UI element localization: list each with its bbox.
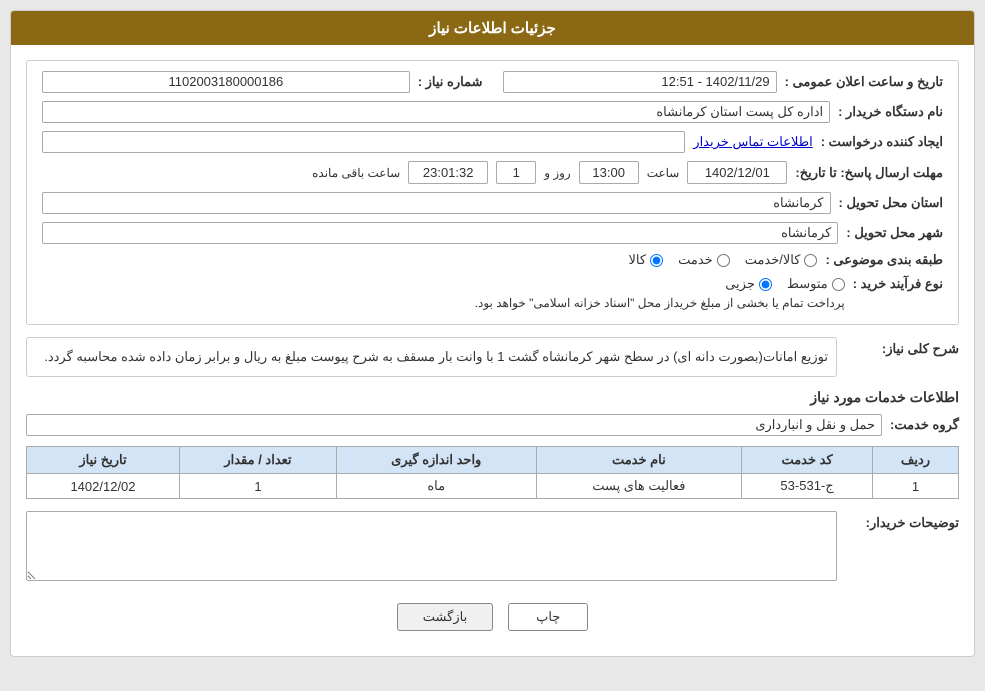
col-radif: ردیف [873, 447, 959, 474]
col-kod: کد خدمت [742, 447, 873, 474]
shomare-niaz-value: 1102003180000186 [42, 71, 410, 93]
goroh-label: گروه خدمت: [890, 417, 959, 433]
nam-dastgah-value: اداره کل پست استان کرمانشاه [42, 101, 830, 123]
ostan-value: کرمانشاه [42, 192, 831, 214]
baghimande-value: 23:01:32 [408, 161, 488, 184]
khadamat-label: خدمت [678, 252, 713, 268]
shomare-niaz-label: شماره نیاز : [418, 74, 483, 90]
col-tedad: تعداد / مقدار [179, 447, 336, 474]
navoe-label: نوع فرآیند خرید : [853, 276, 943, 292]
goroh-value: حمل و نقل و انبارداری [26, 414, 882, 436]
mohlat-date: 1402/12/01 [687, 161, 787, 184]
tarikh-label: تاریخ و ساعت اعلان عمومی : [785, 74, 943, 90]
col-nam: نام خدمت [536, 447, 742, 474]
shahr-value: کرمانشاه [42, 222, 838, 244]
sharh-value: توزیع امانات(بصورت دانه ای) در سطح شهر ک… [26, 337, 837, 377]
navoe-desc: پرداخت تمام یا بخشی از مبلغ خریداز محل "… [475, 296, 845, 310]
motavaset-label: متوسط [787, 276, 828, 292]
table-row: 1ج-531-53فعالیت های پستماه11402/12/02 [27, 474, 959, 499]
services-table: ردیف کد خدمت نام خدمت واحد اندازه گیری ت… [26, 446, 959, 499]
tarikh-value: 1402/11/29 - 12:51 [503, 71, 777, 93]
ostan-label: استان محل تحویل : [839, 195, 944, 211]
saat-label: ساعت [647, 166, 680, 180]
radio-khadamat[interactable]: خدمت [678, 252, 730, 268]
rooz-label: روز و [544, 166, 571, 180]
radio-kala-khadamat[interactable]: کالا/خدمت [745, 252, 818, 268]
ittela-tamas-link[interactable]: اطلاعات تماس خریدار [693, 134, 812, 150]
toseef-label: توضیحات خریدار: [849, 511, 959, 531]
col-vahed: واحد اندازه گیری [336, 447, 536, 474]
kala-khadamat-label: کالا/خدمت [745, 252, 801, 268]
kala-label: کالا [629, 252, 647, 268]
tabaqe-label: طبقه بندی موضوعی : [825, 252, 943, 268]
mohlat-rooz: 1 [496, 161, 536, 184]
nam-dastgah-label: نام دستگاه خریدار : [838, 104, 943, 120]
radio-kala[interactable]: کالا [629, 252, 664, 268]
ijad-value [42, 131, 685, 153]
ijad-label: ایجاد کننده درخواست : [821, 134, 943, 150]
print-button[interactable]: چاپ [508, 603, 588, 631]
mohlat-label: مهلت ارسال پاسخ: تا تاریخ: [795, 165, 943, 181]
radio-motavaset[interactable]: متوسط [787, 276, 845, 292]
sharh-label: شرح کلی نیاز: [849, 337, 959, 357]
toseef-textarea[interactable] [26, 511, 837, 581]
baghimande-label: ساعت باقی مانده [312, 166, 400, 180]
mohlat-saat: 13:00 [579, 161, 639, 184]
khadamat-section-header: اطلاعات خدمات مورد نیاز [26, 389, 959, 406]
radio-jozi[interactable]: جزیی [725, 276, 772, 292]
page-title: جزئیات اطلاعات نیاز [11, 11, 974, 45]
shahr-label: شهر محل تحویل : [846, 225, 943, 241]
back-button[interactable]: بازگشت [397, 603, 493, 631]
jozi-label: جزیی [725, 276, 755, 292]
col-tarikh: تاریخ نیاز [27, 447, 180, 474]
